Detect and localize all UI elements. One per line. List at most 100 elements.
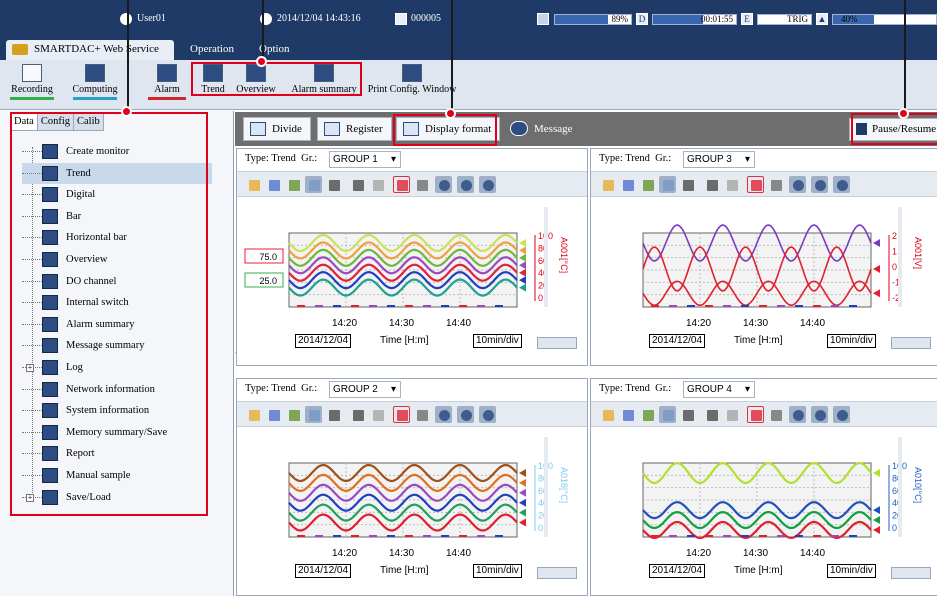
value-box-icon[interactable] bbox=[413, 176, 430, 193]
tree-item-network-information[interactable]: Network information bbox=[22, 379, 212, 401]
trend-button[interactable]: Trend bbox=[196, 62, 230, 95]
trend-view-icon[interactable] bbox=[659, 176, 676, 193]
zoom-in-icon[interactable] bbox=[703, 176, 720, 193]
menu-operation[interactable]: Operation bbox=[184, 40, 240, 60]
all-channels-icon[interactable] bbox=[599, 176, 616, 193]
scale-scrollbar[interactable] bbox=[544, 437, 548, 537]
wave-2-icon[interactable] bbox=[457, 176, 474, 193]
overview-button[interactable]: Overview bbox=[232, 62, 280, 95]
wave-3-icon[interactable] bbox=[833, 406, 850, 423]
alarm-button[interactable]: Alarm bbox=[146, 62, 188, 100]
channel-b-icon[interactable] bbox=[639, 176, 656, 193]
wave-line-icon[interactable] bbox=[789, 406, 806, 423]
tab-data[interactable]: Data bbox=[10, 113, 38, 131]
channel-b-icon[interactable] bbox=[285, 176, 302, 193]
value-box-icon[interactable] bbox=[767, 406, 784, 423]
trend-view-icon[interactable] bbox=[305, 406, 322, 423]
wave-3-icon[interactable] bbox=[479, 176, 496, 193]
horizontal-scrollbar[interactable] bbox=[891, 337, 931, 349]
tree-item-do-channel[interactable]: DO channel bbox=[22, 271, 212, 293]
time-division-label[interactable]: 10min/div bbox=[473, 564, 522, 578]
tree-item-bar[interactable]: Bar bbox=[22, 206, 212, 228]
group-select[interactable]: GROUP 3 ▾ bbox=[683, 151, 755, 168]
channel-a-icon[interactable] bbox=[619, 406, 636, 423]
value-box-icon[interactable] bbox=[413, 406, 430, 423]
wave-line-icon[interactable] bbox=[789, 176, 806, 193]
time-division-label[interactable]: 10min/div bbox=[827, 564, 876, 578]
expand-icon[interactable]: + bbox=[26, 363, 34, 372]
channel-b-icon[interactable] bbox=[285, 406, 302, 423]
trend-view-icon[interactable] bbox=[659, 406, 676, 423]
time-division-label[interactable]: 10min/div bbox=[827, 334, 876, 348]
zoom-in-icon[interactable] bbox=[703, 406, 720, 423]
alarm-mark-icon[interactable] bbox=[393, 406, 410, 423]
tree-item-horizontal-bar[interactable]: Horizontal bar bbox=[22, 227, 212, 249]
zoom-in-icon[interactable] bbox=[349, 176, 366, 193]
tab-calib[interactable]: Calib bbox=[73, 113, 104, 131]
channel-a-icon[interactable] bbox=[265, 176, 282, 193]
channel-b-icon[interactable] bbox=[639, 406, 656, 423]
zoom-in-icon[interactable] bbox=[349, 406, 366, 423]
tree-item-memory-summary[interactable]: Memory summary/Save bbox=[22, 422, 212, 444]
zoom-out-icon[interactable] bbox=[369, 406, 386, 423]
tree-item-log[interactable]: + Log bbox=[22, 357, 212, 379]
wave-2-icon[interactable] bbox=[811, 176, 828, 193]
horizontal-scrollbar[interactable] bbox=[537, 567, 577, 579]
all-channels-icon[interactable] bbox=[599, 406, 616, 423]
wave-3-icon[interactable] bbox=[833, 176, 850, 193]
expand-icon[interactable]: + bbox=[26, 493, 34, 502]
horizontal-scrollbar[interactable] bbox=[537, 337, 577, 349]
tree-item-internal-switch[interactable]: Internal switch bbox=[22, 292, 212, 314]
divide-button[interactable]: Divide bbox=[243, 117, 311, 141]
all-channels-icon[interactable] bbox=[245, 176, 262, 193]
tree-item-manual-sample[interactable]: Manual sample bbox=[22, 465, 212, 487]
zoom-out-icon[interactable] bbox=[723, 176, 740, 193]
recording-button[interactable]: Recording bbox=[3, 62, 61, 100]
message-button[interactable]: Message bbox=[510, 117, 573, 141]
value-box-icon[interactable] bbox=[767, 176, 784, 193]
tree-item-message-summary[interactable]: Message summary bbox=[22, 335, 212, 357]
wave-line-icon[interactable] bbox=[435, 176, 452, 193]
tab-config[interactable]: Config bbox=[36, 113, 74, 131]
tree-item-alarm-summary[interactable]: Alarm summary bbox=[22, 314, 212, 336]
alarm-mark-icon[interactable] bbox=[747, 406, 764, 423]
tree-item-save-load[interactable]: + Save/Load bbox=[22, 487, 212, 509]
all-channels-icon[interactable] bbox=[245, 406, 262, 423]
group-select[interactable]: GROUP 4 ▾ bbox=[683, 381, 755, 398]
tree-item-system-information[interactable]: System information bbox=[22, 400, 212, 422]
channel-a-icon[interactable] bbox=[619, 176, 636, 193]
wave-3-icon[interactable] bbox=[479, 406, 496, 423]
wave-2-icon[interactable] bbox=[811, 406, 828, 423]
scale-scrollbar[interactable] bbox=[898, 437, 902, 537]
scale-adjust-icon[interactable] bbox=[679, 176, 696, 193]
display-format-button[interactable]: Display format bbox=[396, 117, 501, 141]
wave-2-icon[interactable] bbox=[457, 406, 474, 423]
group-select[interactable]: GROUP 2 ▾ bbox=[329, 381, 401, 398]
scale-scrollbar[interactable] bbox=[898, 207, 902, 307]
alarm-summary-button[interactable]: Alarm summary bbox=[285, 62, 363, 95]
tree-item-create-monitor[interactable]: Create monitor bbox=[22, 141, 212, 163]
channel-a-icon[interactable] bbox=[265, 406, 282, 423]
alarm-mark-icon[interactable] bbox=[747, 176, 764, 193]
register-button[interactable]: Register bbox=[317, 117, 392, 141]
scale-adjust-icon[interactable] bbox=[325, 176, 342, 193]
menu-service[interactable]: SMARTDAC+ Web Service bbox=[6, 40, 174, 60]
scale-adjust-icon[interactable] bbox=[679, 406, 696, 423]
horizontal-scrollbar[interactable] bbox=[891, 567, 931, 579]
alarm-mark-icon[interactable] bbox=[393, 176, 410, 193]
time-division-label[interactable]: 10min/div bbox=[473, 334, 522, 348]
scale-adjust-icon[interactable] bbox=[325, 406, 342, 423]
wave-line-icon[interactable] bbox=[435, 406, 452, 423]
tree-item-overview[interactable]: Overview bbox=[22, 249, 212, 271]
zoom-out-icon[interactable] bbox=[369, 176, 386, 193]
tree-item-digital[interactable]: Digital bbox=[22, 184, 212, 206]
computing-button[interactable]: Computing bbox=[66, 62, 124, 100]
print-config-window-button[interactable]: Print Config. Window bbox=[367, 62, 457, 95]
trend-view-icon[interactable] bbox=[305, 176, 322, 193]
group-select[interactable]: GROUP 1 ▾ bbox=[329, 151, 401, 168]
pause-resume-button[interactable]: Pause/Resume bbox=[849, 118, 937, 141]
tree-item-report[interactable]: Report bbox=[22, 443, 212, 465]
zoom-out-icon[interactable] bbox=[723, 406, 740, 423]
scale-scrollbar[interactable] bbox=[544, 207, 548, 307]
tree-item-trend[interactable]: Trend bbox=[22, 162, 212, 185]
